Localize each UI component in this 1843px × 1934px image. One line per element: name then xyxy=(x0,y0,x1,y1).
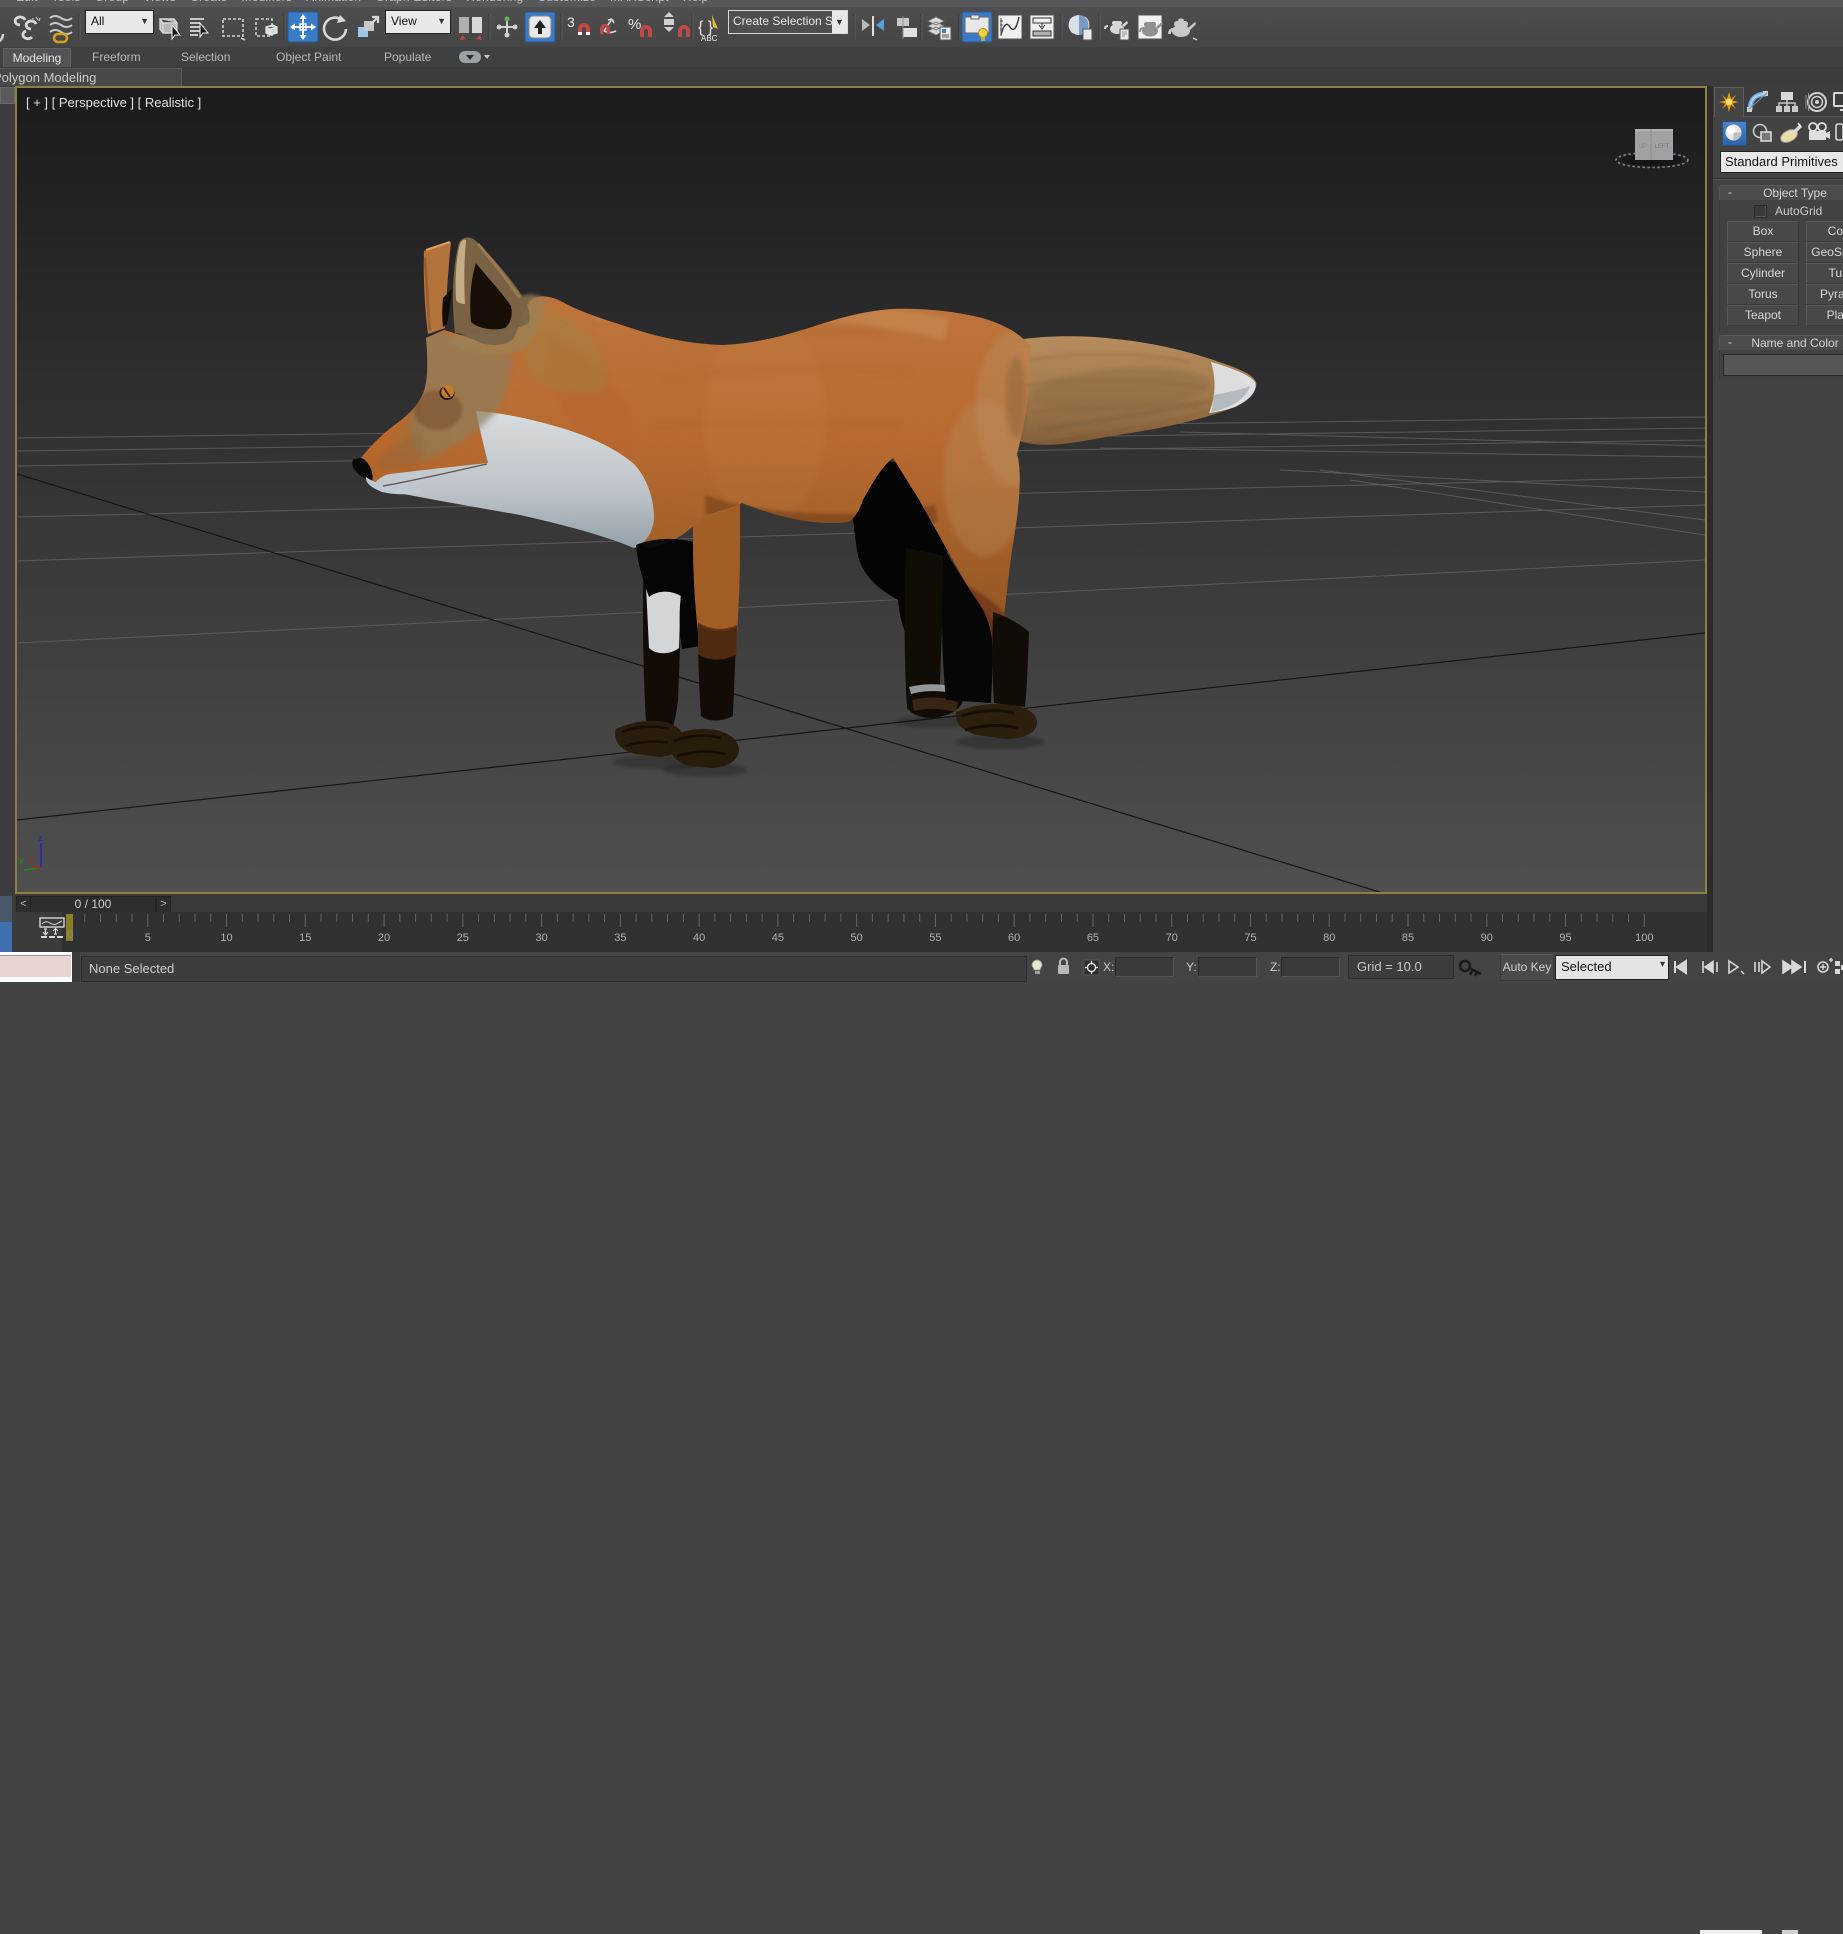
svg-text:85: 85 xyxy=(1402,932,1414,944)
svg-text:x: x xyxy=(30,855,35,864)
svg-text:45: 45 xyxy=(772,932,784,944)
svg-text:5: 5 xyxy=(145,932,151,944)
svg-text:65: 65 xyxy=(1087,932,1099,944)
svg-text:40: 40 xyxy=(693,932,705,944)
svg-text:15: 15 xyxy=(299,932,311,944)
svg-text:LEFT: LEFT xyxy=(1655,144,1670,150)
svg-text:90: 90 xyxy=(1481,932,1493,944)
svg-text:30: 30 xyxy=(535,932,547,944)
svg-text:75: 75 xyxy=(1244,932,1256,944)
svg-text:10: 10 xyxy=(220,932,232,944)
svg-text:80: 80 xyxy=(1323,932,1335,944)
svg-text:70: 70 xyxy=(1166,932,1178,944)
svg-text:95: 95 xyxy=(1559,932,1571,944)
svg-text:3: 3 xyxy=(567,14,575,30)
svg-text:UP: UP xyxy=(1639,144,1647,150)
svg-text:%: % xyxy=(628,16,641,33)
svg-text:55: 55 xyxy=(929,932,941,944)
svg-text:y: y xyxy=(19,856,24,865)
svg-text:60: 60 xyxy=(1008,932,1020,944)
svg-text:100: 100 xyxy=(1635,932,1653,944)
svg-text:25: 25 xyxy=(457,932,469,944)
svg-text:0: 0 xyxy=(68,929,74,941)
svg-text:20: 20 xyxy=(378,932,390,944)
svg-text:50: 50 xyxy=(851,932,863,944)
svg-text:35: 35 xyxy=(614,932,626,944)
svg-text:ABC: ABC xyxy=(701,34,718,43)
svg-text:z: z xyxy=(39,834,43,843)
